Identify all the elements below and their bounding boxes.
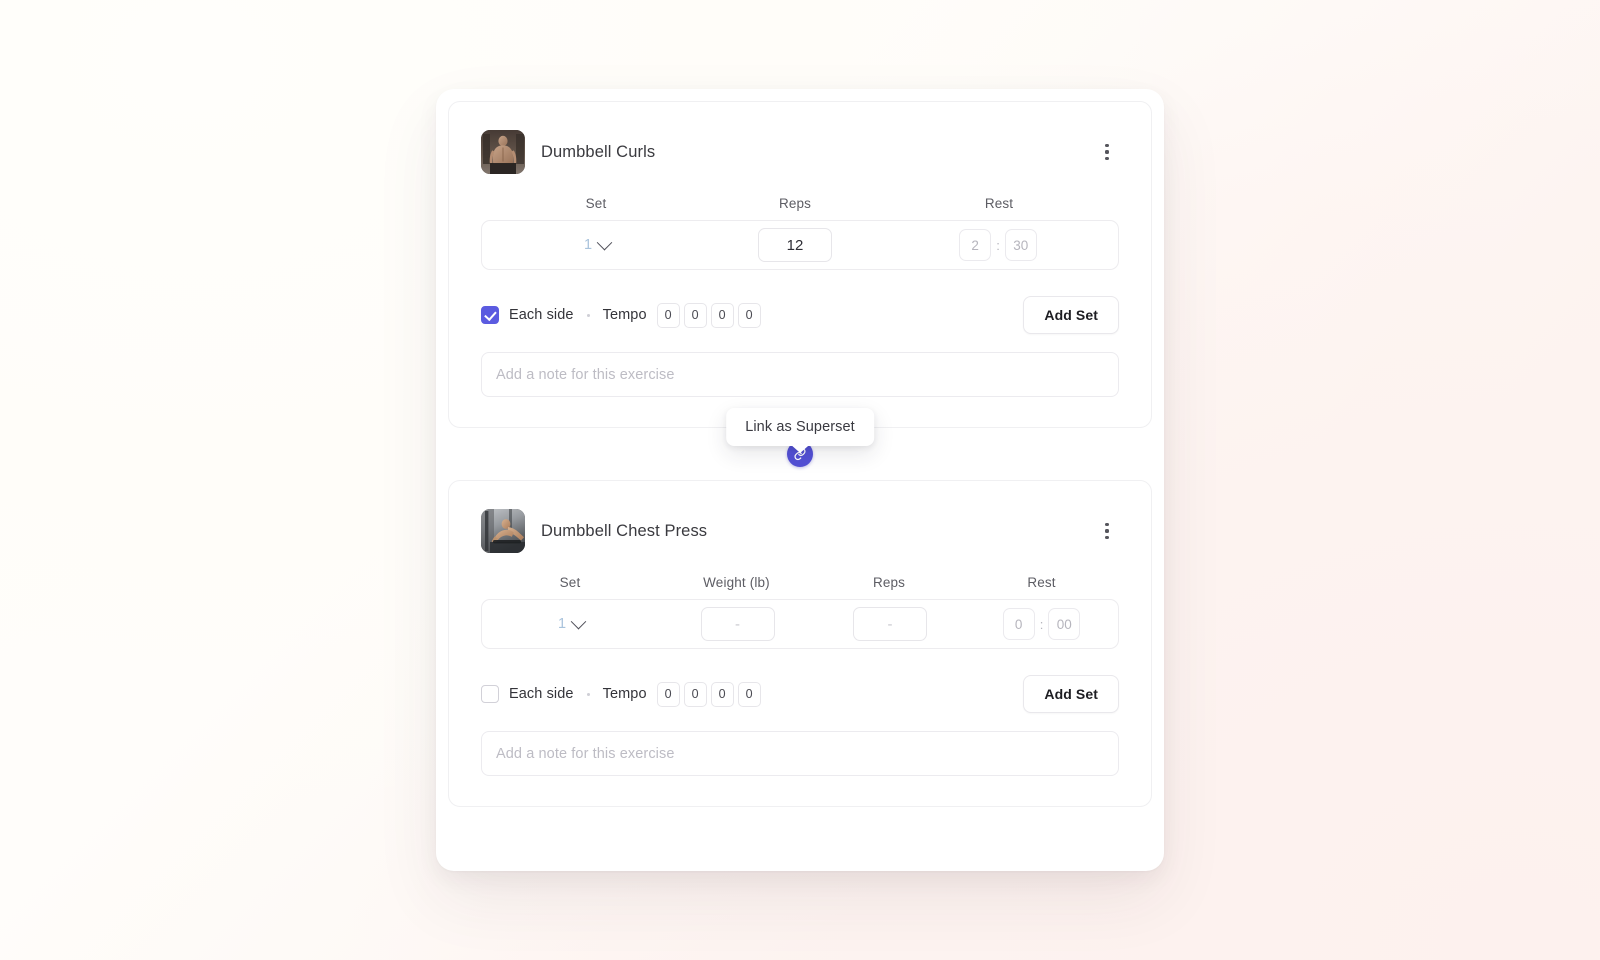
- kebab-dot: [1105, 144, 1109, 148]
- dumbbell-curls-thumbnail-image: [481, 130, 525, 174]
- chevron-down-icon: [570, 613, 587, 629]
- separator-dot: [586, 692, 590, 696]
- superset-connector: Link as Superset: [448, 408, 1152, 480]
- exercise-menu-button-1[interactable]: [1095, 140, 1119, 164]
- each-side-checkbox-1[interactable]: [481, 306, 499, 324]
- tempo-inputs-1: 0 0 0 0: [656, 302, 761, 328]
- rest-separator: :: [1039, 616, 1044, 632]
- rest-minutes-input-2[interactable]: 0: [1002, 608, 1035, 640]
- column-header-reps: Reps: [872, 575, 906, 590]
- column-header-set: Set: [559, 575, 581, 590]
- rest-seconds-input-1[interactable]: 30: [1004, 229, 1037, 261]
- set-row: 1 - - 0 : 00: [481, 599, 1119, 649]
- exercise-menu-button-2[interactable]: [1095, 519, 1119, 543]
- tempo-input-concentric[interactable]: 0: [710, 302, 734, 328]
- reps-input-1[interactable]: 12: [758, 228, 832, 262]
- rest-minutes-input-1[interactable]: 2: [959, 229, 992, 261]
- exercise-thumbnail-2[interactable]: [481, 509, 525, 553]
- tempo-input-top-pause[interactable]: 0: [737, 302, 761, 328]
- exercise-note-input-2[interactable]: Add a note for this exercise: [481, 731, 1119, 776]
- exercise-card-dumbbell-chest-press: Dumbbell Chest Press Set Weight (lb) Rep…: [448, 480, 1152, 807]
- set-table-headers-2: Set Weight (lb) Reps Rest: [481, 575, 1119, 599]
- exercise-title: Dumbbell Curls: [541, 142, 656, 161]
- tempo-inputs-2: 0 0 0 0: [656, 681, 761, 707]
- separator-dot: [586, 313, 590, 317]
- column-header-rest: Rest: [1027, 575, 1056, 590]
- rest-separator: :: [996, 237, 1000, 253]
- kebab-dot: [1105, 150, 1109, 154]
- tempo-input-top-pause[interactable]: 0: [737, 681, 761, 707]
- add-set-button-2[interactable]: Add Set: [1023, 675, 1119, 713]
- weight-input-2[interactable]: -: [700, 607, 775, 641]
- add-set-button-1[interactable]: Add Set: [1023, 296, 1119, 334]
- each-side-label-2: Each side: [509, 686, 574, 702]
- tempo-input-eccentric[interactable]: 0: [656, 681, 680, 707]
- dumbbell-chest-press-thumbnail-image: [481, 509, 525, 553]
- tempo-input-eccentric[interactable]: 0: [656, 302, 680, 328]
- kebab-dot: [1105, 535, 1109, 539]
- set-table-2: Set Weight (lb) Reps Rest 1 - - 0: 00: [481, 575, 1119, 649]
- column-header-rest: Rest: [984, 196, 1014, 211]
- each-side-checkbox-2[interactable]: [481, 685, 499, 703]
- reps-input-2[interactable]: -: [853, 607, 927, 641]
- kebab-dot: [1105, 529, 1109, 533]
- workout-builder-panel: Dumbbell Curls Set Reps Rest 1 12 2: 30…: [436, 89, 1164, 871]
- tempo-input-concentric[interactable]: 0: [710, 681, 734, 707]
- rest-time-group-2: 0 : 00: [1002, 608, 1081, 640]
- exercise-note-input-1[interactable]: Add a note for this exercise: [481, 352, 1119, 397]
- exercise-thumbnail-1[interactable]: [481, 130, 525, 174]
- exercise-header: Dumbbell Curls: [481, 130, 1119, 174]
- exercise-header: Dumbbell Chest Press: [481, 509, 1119, 553]
- column-header-set: Set: [585, 196, 607, 211]
- chevron-down-icon: [596, 234, 613, 250]
- column-header-weight: Weight (lb): [703, 575, 770, 590]
- tempo-input-bottom-pause[interactable]: 0: [683, 302, 707, 328]
- set-row: 1 12 2 : 30: [481, 220, 1119, 270]
- set-number-dropdown-1[interactable]: 1: [583, 234, 613, 253]
- kebab-dot: [1105, 523, 1109, 527]
- column-header-reps: Reps: [778, 196, 812, 211]
- set-number-value: 1: [583, 237, 593, 253]
- exercise-options-row-1: Each side Tempo 0 0 0 0 Add Set: [481, 296, 1119, 334]
- set-number-value: 1: [557, 616, 567, 632]
- exercise-title: Dumbbell Chest Press: [541, 521, 708, 540]
- superset-tooltip: Link as Superset: [726, 408, 874, 446]
- kebab-dot: [1105, 156, 1109, 160]
- tempo-label-1: Tempo: [602, 307, 647, 323]
- set-number-dropdown-2[interactable]: 1: [557, 613, 587, 632]
- exercise-options-row-2: Each side Tempo 0 0 0 0 Add Set: [481, 675, 1119, 713]
- rest-time-group-1: 2 : 30: [959, 229, 1037, 261]
- tempo-input-bottom-pause[interactable]: 0: [683, 681, 707, 707]
- tempo-label-2: Tempo: [602, 686, 647, 702]
- exercise-card-dumbbell-curls: Dumbbell Curls Set Reps Rest 1 12 2: 30…: [448, 101, 1152, 428]
- each-side-label-1: Each side: [509, 307, 574, 323]
- set-table-1: Set Reps Rest 1 12 2 : 30: [481, 196, 1119, 270]
- set-table-headers-1: Set Reps Rest: [481, 196, 1119, 220]
- rest-seconds-input-2[interactable]: 00: [1048, 608, 1081, 640]
